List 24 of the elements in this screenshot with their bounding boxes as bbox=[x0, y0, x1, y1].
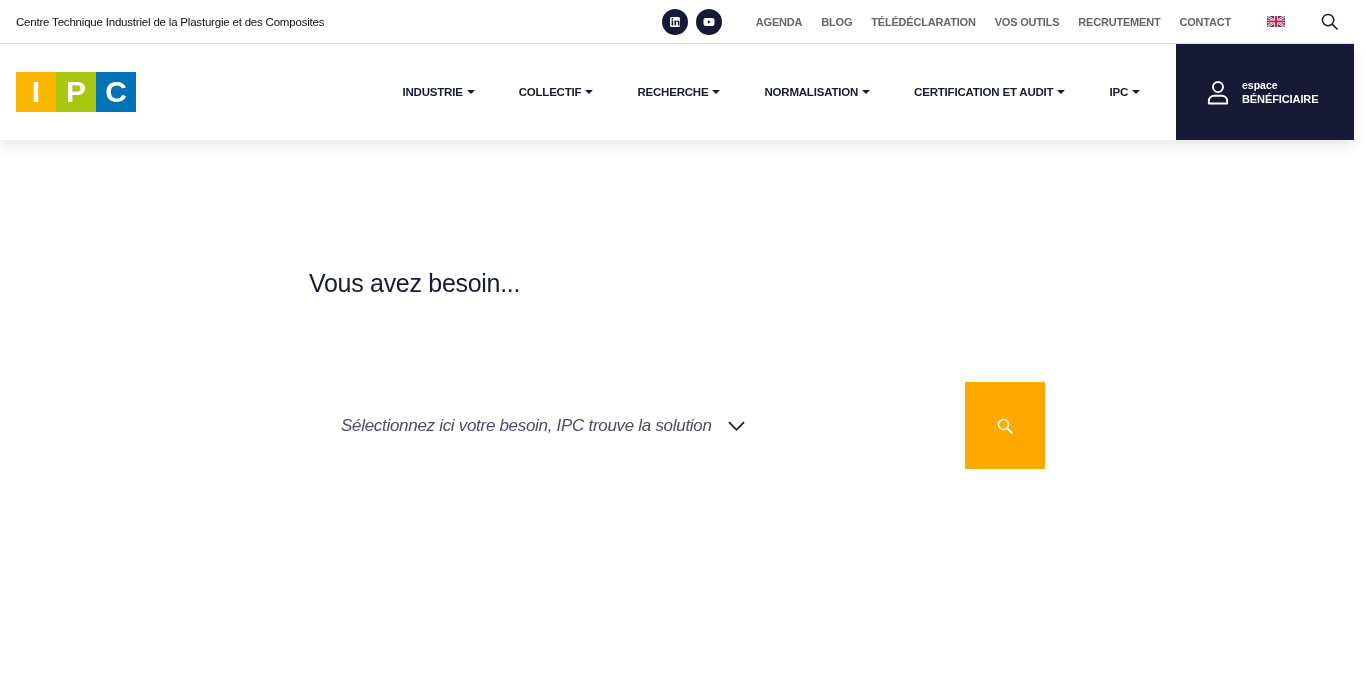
top-nav-link[interactable]: CONTACT bbox=[1179, 15, 1231, 28]
main-nav-item[interactable]: COLLECTIF bbox=[518, 86, 594, 98]
uk-flag-icon[interactable] bbox=[1267, 16, 1285, 27]
site-tagline: Centre Technique Industriel de la Plasturgie et des Composites bbox=[16, 15, 325, 28]
section-heading: Vous avez besoin... bbox=[309, 268, 521, 299]
main-nav-item[interactable]: CERTIFICATION ET AUDIT bbox=[914, 86, 1066, 98]
top-nav-link[interactable]: VOS OUTILS bbox=[994, 15, 1060, 28]
search-icon bbox=[997, 417, 1013, 434]
top-nav-link[interactable]: BLOG bbox=[821, 15, 853, 28]
main-nav-item[interactable]: RECHERCHE bbox=[637, 86, 721, 98]
need-select-field[interactable]: Sélectionnez ici votre besoin, IPC trouve la solution bbox=[309, 382, 965, 469]
linkedin-icon[interactable] bbox=[661, 8, 688, 35]
youtube-icon[interactable] bbox=[695, 8, 722, 35]
top-nav-link[interactable]: AGENDA bbox=[755, 15, 803, 28]
search-icon[interactable] bbox=[1321, 13, 1338, 30]
main-nav-item[interactable]: NORMALISATION bbox=[764, 86, 871, 98]
beneficiary-space-button[interactable]: espace BÉNÉFICIAIRE bbox=[1176, 44, 1354, 140]
chevron-down-icon bbox=[727, 420, 745, 431]
top-nav-link[interactable]: RECRUTEMENT bbox=[1078, 15, 1161, 28]
user-icon bbox=[1207, 79, 1229, 105]
main-nav-item[interactable]: IPC bbox=[1109, 86, 1140, 98]
main-nav-item[interactable]: INDUSTRIE bbox=[402, 86, 475, 98]
top-nav-link[interactable]: TÉLÉDÉCLARATION bbox=[871, 15, 976, 28]
logo-letter-tile[interactable]: C bbox=[96, 72, 136, 112]
